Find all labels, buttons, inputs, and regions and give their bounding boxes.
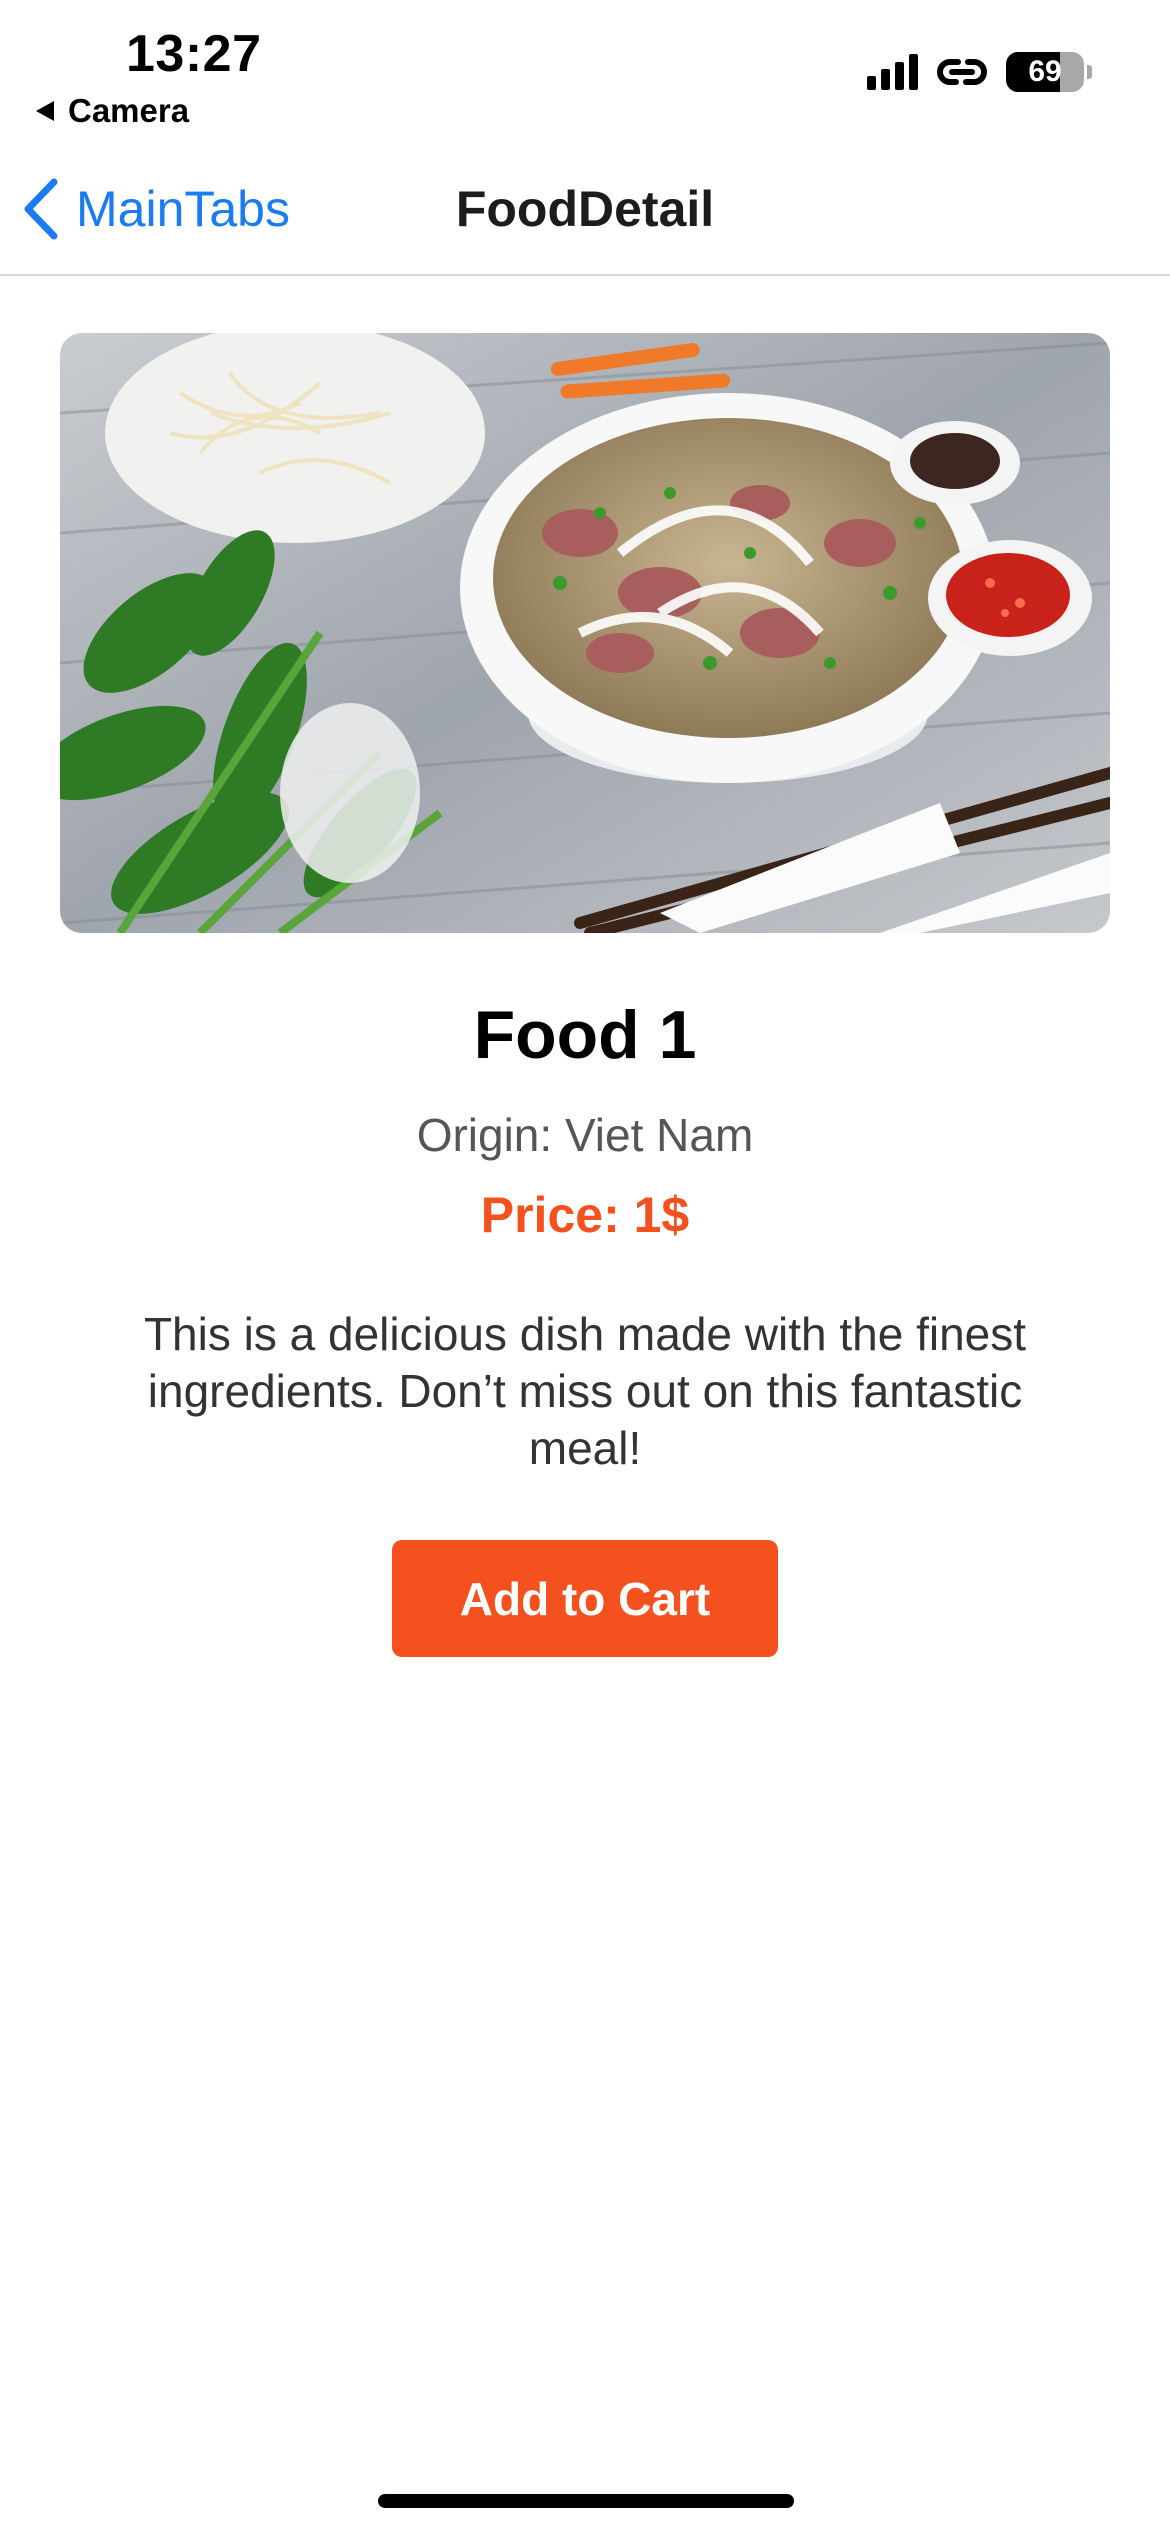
status-icons: 69 (867, 52, 1092, 92)
add-to-cart-button[interactable]: Add to Cart (392, 1540, 778, 1657)
back-triangle-icon (36, 101, 54, 121)
navigation-bar: MainTabs FoodDetail (0, 160, 1170, 276)
battery-level: 69 (1028, 55, 1062, 88)
page-title: FoodDetail (455, 181, 715, 237)
link-icon (937, 59, 987, 85)
battery-icon: 69 (1006, 52, 1092, 92)
back-to-camera-label: Camera (68, 92, 190, 129)
food-origin: Origin: Viet Nam (416, 1109, 754, 1161)
cellular-signal-icon (867, 54, 918, 90)
pho-bowl-photo (60, 333, 1110, 933)
food-description: This is a delicious dish made with the f… (143, 1308, 1027, 1474)
food-image (60, 333, 1110, 933)
back-to-camera-link[interactable]: Camera (36, 92, 189, 130)
home-indicator[interactable] (378, 2494, 794, 2508)
food-price: Price: 1$ (480, 1187, 690, 1243)
food-name: Food 1 (473, 997, 697, 1073)
status-time: 13:27 (126, 25, 262, 83)
